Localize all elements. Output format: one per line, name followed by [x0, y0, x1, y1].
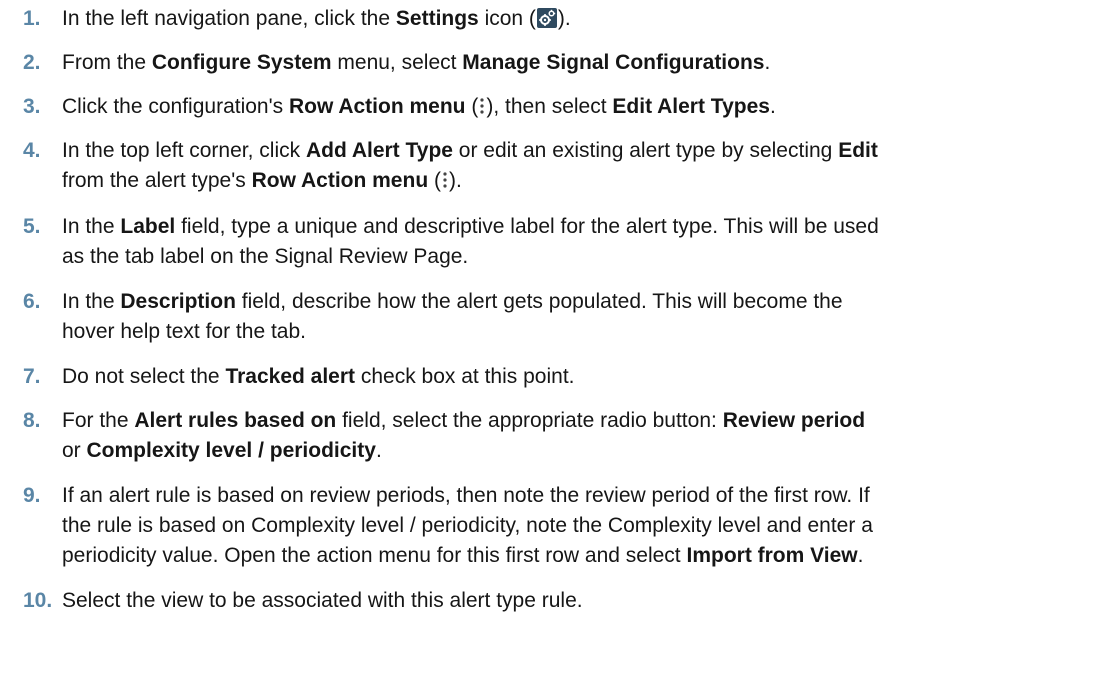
step-text: In the left navigation pane, click the S…: [62, 4, 1102, 34]
step-text-segment: hover help text for the tab.: [62, 320, 306, 343]
complexity-level-periodicity-term: Complexity level / periodicity: [86, 439, 376, 462]
step-line: as the tab label on the Signal Review Pa…: [62, 242, 1102, 272]
configure-system-term: Configure System: [151, 51, 332, 74]
step-2: 2. From the Configure System menu, selec…: [0, 48, 1111, 78]
step-text: Do not select the Tracked alert check bo…: [62, 362, 1102, 392]
step-line: In the left navigation pane, click the S…: [62, 4, 1102, 34]
step-text-segment: For the: [62, 409, 135, 432]
step-text: Select the view to be associated with th…: [62, 586, 1102, 616]
step-line: In the top left corner, click Add Alert …: [62, 136, 1102, 166]
step-text-segment: From the: [62, 51, 152, 74]
step-text-segment: .: [769, 95, 776, 118]
step-text-segment: In the left navigation pane, click the: [62, 7, 396, 30]
step-10: 10. Select the view to be associated wit…: [0, 586, 1111, 616]
add-alert-type-term: Add Alert Type: [305, 139, 453, 162]
step-8: 8. For the Alert rules based on field, s…: [0, 406, 1111, 466]
edit-term: Edit: [838, 139, 878, 162]
step-text-segment: from the alert type's: [62, 169, 252, 192]
step-text-segment: as the tab label on the Signal Review Pa…: [62, 245, 469, 268]
step-line: Do not select the Tracked alert check bo…: [62, 362, 1102, 392]
step-text: For the Alert rules based on field, sele…: [62, 406, 1102, 466]
step-text-segment: field, describe how the alert gets popul…: [235, 290, 843, 313]
step-3: 3. Click the configuration's Row Action …: [0, 92, 1111, 122]
step-text-segment: icon (: [478, 7, 536, 30]
step-text-segment: menu, select: [331, 51, 463, 74]
edit-alert-types-term: Edit Alert Types: [612, 95, 770, 118]
step-text-segment: In the top left corner, click: [62, 139, 306, 162]
step-text-segment: periodicity value. Open the action menu …: [62, 544, 687, 567]
step-text-segment: the rule is based on Complexity level / …: [62, 514, 873, 537]
import-from-view-term: Import from View: [686, 544, 858, 567]
row-action-menu-term: Row Action menu: [251, 169, 429, 192]
step-text-segment: .: [764, 51, 771, 74]
row-action-menu-term: Row Action menu: [288, 95, 466, 118]
tracked-alert-term: Tracked alert: [225, 365, 356, 388]
step-number: 6.: [23, 290, 41, 313]
step-line: For the Alert rules based on field, sele…: [62, 406, 1102, 436]
step-number: 5.: [23, 215, 41, 238]
step-line: In the Label field, type a unique and de…: [62, 212, 1102, 242]
review-period-term: Review period: [722, 409, 866, 432]
step-6: 6. In the Description field, describe ho…: [0, 287, 1111, 347]
step-text-segment: check box at this point.: [355, 365, 575, 388]
step-text-segment: In the: [62, 215, 121, 238]
description-term: Description: [120, 290, 236, 313]
step-text-segment: ).: [448, 169, 462, 192]
step-text: In the top left corner, click Add Alert …: [62, 136, 1102, 196]
step-text-segment: In the: [62, 290, 121, 313]
step-number: 9.: [23, 484, 41, 507]
step-number: 7.: [23, 365, 41, 388]
step-text-segment: .: [375, 439, 382, 462]
step-text-segment: or edit an existing alert type by select…: [452, 139, 839, 162]
step-line: from the alert type's Row Action menu ( …: [62, 166, 1102, 196]
settings-gear-icon: [536, 8, 557, 28]
step-text-segment: field, type a unique and descriptive lab…: [175, 215, 879, 238]
step-line: periodicity value. Open the action menu …: [62, 541, 1102, 571]
alert-rules-based-on-term: Alert rules based on: [134, 409, 337, 432]
step-line: In the Description field, describe how t…: [62, 287, 1102, 317]
step-number: 3.: [23, 95, 41, 118]
step-text: In the Description field, describe how t…: [62, 287, 1102, 347]
step-text-segment: If an alert rule is based on review peri…: [62, 484, 870, 507]
step-line: If an alert rule is based on review peri…: [62, 481, 1102, 511]
step-text-segment: ), then select: [486, 95, 613, 118]
step-number: 4.: [23, 139, 41, 162]
step-text: In the Label field, type a unique and de…: [62, 212, 1102, 272]
step-7: 7. Do not select the Tracked alert check…: [0, 362, 1111, 392]
step-text-segment: Do not select the: [62, 365, 226, 388]
step-text: From the Configure System menu, select M…: [62, 48, 1102, 78]
step-text-segment: (: [428, 169, 441, 192]
step-line: Click the configuration's Row Action men…: [62, 92, 1102, 122]
step-number: 1.: [23, 7, 41, 30]
step-line: Select the view to be associated with th…: [62, 586, 1102, 616]
step-1: 1. In the left navigation pane, click th…: [0, 4, 1111, 34]
settings-term: Settings: [395, 7, 479, 30]
step-text-segment: or: [62, 439, 87, 462]
step-number: 8.: [23, 409, 41, 432]
step-line: hover help text for the tab.: [62, 317, 1102, 347]
step-text-segment: field, select the appropriate radio butt…: [336, 409, 723, 432]
manage-signal-configurations-term: Manage Signal Configurations: [462, 51, 765, 74]
step-5: 5. In the Label field, type a unique and…: [0, 212, 1111, 272]
step-line: From the Configure System menu, select M…: [62, 48, 1102, 78]
step-text: If an alert rule is based on review peri…: [62, 481, 1102, 571]
step-4: 4. In the top left corner, click Add Ale…: [0, 136, 1111, 196]
step-text-segment: Click the configuration's: [62, 95, 289, 118]
step-number: 2.: [23, 51, 41, 74]
step-text-segment: ).: [557, 7, 571, 30]
step-number: 10.: [23, 589, 53, 612]
step-text-segment: (: [465, 95, 479, 118]
step-text-segment: .: [857, 544, 864, 567]
row-action-kebab-icon: [443, 172, 447, 188]
label-term: Label: [120, 215, 176, 238]
step-9: 9. If an alert rule is based on review p…: [0, 481, 1111, 571]
step-text-segment: Select the view to be associated with th…: [62, 589, 583, 612]
step-line: the rule is based on Complexity level / …: [62, 511, 1102, 541]
step-text: Click the configuration's Row Action men…: [62, 92, 1102, 122]
step-line: or Complexity level / periodicity.: [62, 436, 1102, 466]
